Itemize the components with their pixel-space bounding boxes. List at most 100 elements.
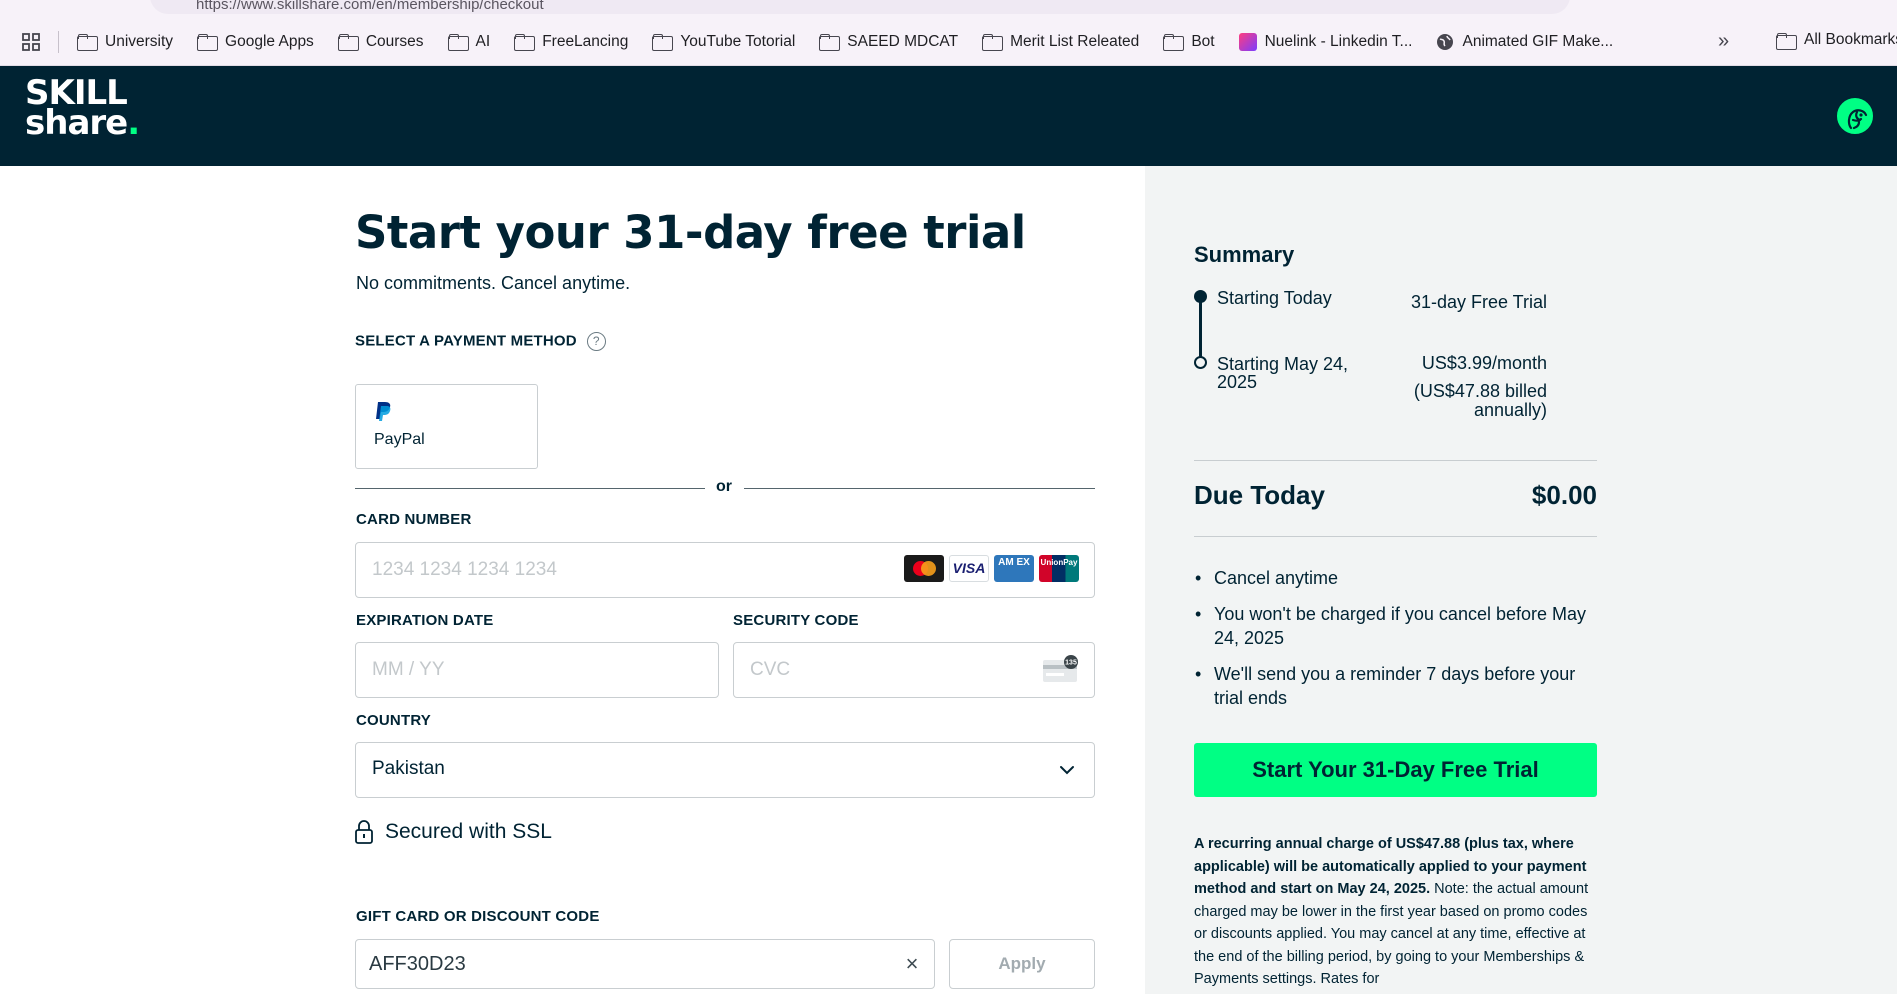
- bookmark-merit-list[interactable]: Merit List Releated: [982, 33, 1139, 51]
- card-brand-logos: VISA AM EX UnionPay: [904, 555, 1079, 582]
- page-title: Start your 31-day free trial: [355, 206, 1026, 259]
- logo-dot: .: [127, 103, 140, 143]
- billing-disclaimer: A recurring annual charge of US$47.88 (p…: [1194, 833, 1604, 991]
- bookmark-university[interactable]: University: [77, 33, 173, 51]
- bookmarks-bar: University Google Apps Courses AI FreeLa…: [0, 18, 1897, 66]
- folder-icon: [77, 34, 98, 51]
- bookmark-label: Nuelink - Linkedin T...: [1264, 32, 1413, 50]
- bookmark-label: YouTube Totorial: [680, 32, 796, 50]
- divider-right: [744, 488, 1095, 489]
- all-bookmarks[interactable]: All Bookmarks: [1776, 31, 1897, 50]
- site-header: SKILL share.: [0, 66, 1897, 166]
- list-item: You won't be charged if you cancel befor…: [1194, 602, 1604, 650]
- bookmark-label: AI: [475, 32, 491, 50]
- globe-icon: [1436, 33, 1454, 51]
- bookmark-youtube-totorial[interactable]: YouTube Totorial: [652, 33, 795, 51]
- card-number-input[interactable]: [372, 543, 963, 597]
- paypal-button[interactable]: PayPal: [355, 384, 538, 469]
- address-bar[interactable]: https://www.skillshare.com/en/membership…: [150, 0, 1570, 14]
- card-number-field[interactable]: VISA AM EX UnionPay: [355, 542, 1095, 598]
- summary-divider-top: [1194, 460, 1597, 461]
- timeline-line: [1199, 299, 1202, 359]
- folder-icon: [819, 34, 841, 51]
- price-line1: US$3.99/month: [1421, 353, 1547, 373]
- price-line2: (US$47.88 billed: [1413, 381, 1547, 401]
- expiration-field[interactable]: [355, 642, 719, 698]
- apply-button[interactable]: Apply: [949, 939, 1095, 989]
- folder-icon: [1776, 32, 1797, 50]
- avatar-face-icon: [1847, 109, 1868, 130]
- folder-icon: [197, 34, 219, 51]
- cvc-badge: 135: [1065, 660, 1077, 667]
- gift-code-label: GIFT CARD OR DISCOUNT CODE: [356, 908, 600, 925]
- logo-line2: share: [25, 103, 128, 143]
- security-code-field[interactable]: 135: [733, 642, 1095, 698]
- bookmark-saeed-mdcat[interactable]: SAEED MDCAT: [819, 33, 958, 51]
- bookmark-label: FreeLancing: [542, 32, 629, 50]
- folder-icon: [337, 34, 359, 51]
- card-number-label: CARD NUMBER: [356, 511, 472, 528]
- ssl-label: Secured with SSL: [385, 820, 552, 843]
- bookmark-label: University: [105, 32, 174, 50]
- clear-icon[interactable]: ×: [902, 953, 922, 975]
- price-value: US$3.99/month (US$47.88 billed annually): [1414, 354, 1547, 420]
- payment-method-label: SELECT A PAYMENT METHOD?: [355, 332, 606, 351]
- mastercard-icon: [904, 555, 944, 582]
- apps-grid-icon[interactable]: [22, 32, 40, 51]
- unionpay-icon: UnionPay: [1039, 555, 1079, 582]
- due-today-label: Due Today: [1194, 480, 1325, 510]
- starting-date-line1: Starting May 24,: [1217, 354, 1349, 374]
- gift-code-value[interactable]: AFF30D23: [369, 953, 466, 976]
- paypal-icon: [376, 402, 391, 421]
- paypal-label: PayPal: [374, 431, 425, 448]
- bookmark-label: SAEED MDCAT: [847, 32, 959, 50]
- bookmark-courses[interactable]: Courses: [337, 32, 424, 51]
- expiration-input[interactable]: [372, 643, 662, 697]
- bookmark-bot[interactable]: Bot: [1163, 32, 1215, 51]
- start-trial-button[interactable]: Start Your 31-Day Free Trial: [1194, 743, 1597, 797]
- country-select[interactable]: Pakistan: [355, 742, 1095, 798]
- benefits-list: Cancel anytime You won't be charged if y…: [1194, 566, 1604, 722]
- due-today-value: $0.00: [1531, 480, 1597, 510]
- all-bookmarks-label: All Bookmarks: [1804, 31, 1897, 48]
- or-divider-label: or: [716, 478, 732, 495]
- browser-toolbar: https://www.skillshare.com/en/membership…: [0, 0, 1897, 18]
- amex-icon: AM EX: [994, 555, 1034, 582]
- bookmark-freelancing[interactable]: FreeLancing: [514, 33, 628, 51]
- bookmark-animated-gif[interactable]: Animated GIF Make...: [1436, 33, 1613, 51]
- skillshare-logo[interactable]: SKILL share.: [25, 76, 140, 140]
- folder-icon: [1163, 34, 1185, 51]
- help-icon[interactable]: ?: [586, 332, 606, 351]
- gift-code-field[interactable]: AFF30D23 ×: [355, 939, 935, 989]
- list-item: We'll send you a reminder 7 days before …: [1194, 662, 1604, 710]
- price-line3: annually): [1473, 400, 1547, 420]
- ssl-notice: Secured with SSL: [355, 820, 552, 844]
- security-code-input[interactable]: [750, 643, 1038, 697]
- order-summary-panel: Summary Starting Today 31-day Free Trial…: [1145, 166, 1897, 994]
- summary-title: Summary: [1194, 242, 1295, 267]
- page-subtitle: No commitments. Cancel anytime.: [356, 273, 631, 293]
- bookmark-google-apps[interactable]: Google Apps: [197, 33, 314, 51]
- expiration-label: EXPIRATION DATE: [356, 612, 494, 629]
- address-bar-url[interactable]: https://www.skillshare.com/en/membership…: [196, 0, 544, 13]
- payment-method-label-text: SELECT A PAYMENT METHOD: [355, 332, 577, 350]
- list-item: Cancel anytime: [1194, 566, 1604, 590]
- bookmark-nuelink[interactable]: Nuelink - Linkedin T...: [1238, 32, 1413, 51]
- bookmark-ai[interactable]: AI: [447, 32, 491, 51]
- folder-icon: [652, 34, 674, 51]
- visa-icon: VISA: [949, 555, 989, 582]
- lock-icon: [355, 820, 373, 844]
- country-value: Pakistan: [372, 758, 445, 779]
- starting-date-label: Starting May 24, 2025: [1217, 355, 1348, 391]
- avatar[interactable]: [1835, 96, 1875, 136]
- bookmark-label: Bot: [1191, 32, 1215, 50]
- cvc-card-icon: 135: [1043, 655, 1078, 682]
- bookmark-label: Courses: [365, 32, 424, 50]
- bookmarks-overflow-button[interactable]: »: [1718, 30, 1729, 53]
- folder-icon: [514, 34, 536, 51]
- bookmark-label: Google Apps: [225, 32, 314, 50]
- bookmark-label: Merit List Releated: [1010, 32, 1140, 50]
- divider-left: [355, 488, 705, 489]
- bookmark-label: Animated GIF Make...: [1462, 32, 1614, 50]
- starting-today-label: Starting Today: [1217, 288, 1332, 308]
